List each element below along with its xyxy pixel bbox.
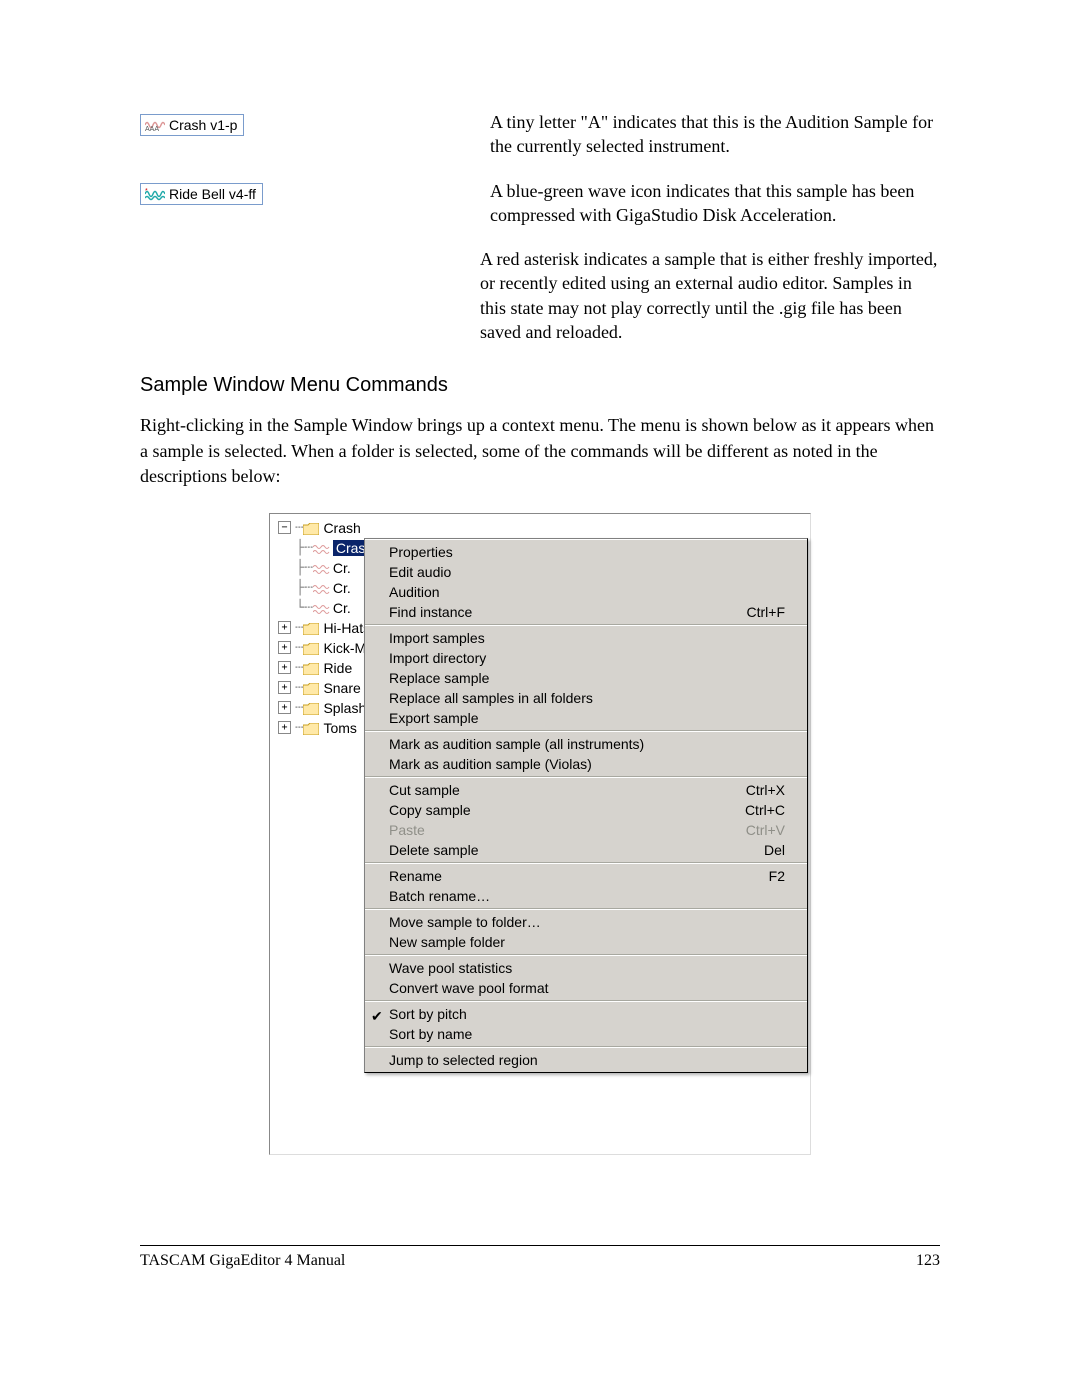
wave-icon-compressed: * (145, 187, 165, 201)
page-number: 123 (916, 1252, 940, 1270)
menu-item[interactable]: Import samples (365, 628, 807, 648)
expand-icon[interactable]: + (278, 681, 291, 694)
menu-item[interactable]: Sort by name (365, 1024, 807, 1044)
expand-icon[interactable]: + (278, 661, 291, 674)
menu-item-label: Import samples (389, 630, 485, 646)
menu-item-label: Batch rename… (389, 888, 490, 904)
sample-label-crash: AAA Crash v1-p (140, 114, 244, 136)
menu-item-label: Mark as audition sample (all instruments… (389, 736, 644, 752)
menu-item-label: Jump to selected region (389, 1052, 538, 1068)
menu-item-label: Convert wave pool format (389, 980, 549, 996)
menu-item-label: Sort by name (389, 1026, 472, 1042)
folder-icon (303, 702, 319, 714)
menu-item-label: Find instance (389, 604, 472, 620)
menu-item: Paste Ctrl+V (365, 820, 807, 840)
tree-label: Cr. (333, 600, 351, 616)
wave-icon (313, 602, 331, 614)
menu-item[interactable]: Find instance Ctrl+F (365, 602, 807, 622)
menu-item-label: Rename (389, 868, 442, 884)
menu-item-shortcut: F2 (769, 868, 793, 884)
menu-item-label: Delete sample (389, 842, 479, 858)
menu-item[interactable]: Cut sample Ctrl+X (365, 780, 807, 800)
menu-item[interactable]: Audition (365, 582, 807, 602)
tree-label: Cr. (333, 560, 351, 576)
check-icon: ✔ (371, 1008, 383, 1025)
menu-item-label: Move sample to folder… (389, 914, 541, 930)
menu-item-label: Edit audio (389, 564, 451, 580)
menu-item-label: Mark as audition sample (Violas) (389, 756, 592, 772)
folder-icon (303, 662, 319, 674)
expand-icon[interactable]: + (278, 721, 291, 734)
menu-item[interactable]: Convert wave pool format (365, 978, 807, 998)
menu-item[interactable]: Batch rename… (365, 886, 807, 906)
svg-text:AAA: AAA (145, 126, 159, 132)
menu-item[interactable]: Jump to selected region (365, 1050, 807, 1070)
section-title: Sample Window Menu Commands (140, 374, 940, 397)
tree-label: Snare (323, 680, 360, 696)
menu-item[interactable]: Export sample (365, 708, 807, 728)
folder-icon (303, 682, 319, 694)
menu-item[interactable]: Properties (365, 542, 807, 562)
menu-item[interactable]: Mark as audition sample (Violas) (365, 754, 807, 774)
menu-item[interactable]: Import directory (365, 648, 807, 668)
menu-item-label: Export sample (389, 710, 478, 726)
folder-icon (303, 642, 319, 654)
wave-icon-audition: AAA (145, 118, 165, 132)
menu-item[interactable]: Mark as audition sample (all instruments… (365, 734, 807, 754)
body-text: Right-clicking in the Sample Window brin… (140, 413, 940, 489)
menu-item-label: Audition (389, 584, 440, 600)
menu-item-shortcut: Ctrl+V (746, 822, 793, 838)
tree-label: Splash (323, 700, 366, 716)
menu-item[interactable]: New sample folder (365, 932, 807, 952)
tree-label: Crash (323, 520, 360, 536)
wave-icon (313, 582, 331, 594)
menu-item[interactable]: Copy sample Ctrl+C (365, 800, 807, 820)
expand-icon[interactable]: + (278, 621, 291, 634)
menu-item-label: Paste (389, 822, 425, 838)
tree-label: Cr. (333, 580, 351, 596)
description-asterisk: A red asterisk indicates a sample that i… (480, 247, 940, 344)
menu-item-label: Replace sample (389, 670, 489, 686)
menu-item-label: Copy sample (389, 802, 471, 818)
menu-item[interactable]: Delete sample Del (365, 840, 807, 860)
sample-label-text: Crash v1-p (169, 117, 237, 133)
menu-item[interactable]: Move sample to folder… (365, 912, 807, 932)
description-bluegreen: A blue-green wave icon indicates that th… (490, 179, 940, 228)
menu-item-shortcut: Del (764, 842, 793, 858)
menu-item[interactable]: ✔ Sort by pitch (365, 1004, 807, 1024)
menu-item-label: Replace all samples in all folders (389, 690, 593, 706)
expand-icon[interactable]: + (278, 641, 291, 654)
menu-item[interactable]: Replace all samples in all folders (365, 688, 807, 708)
collapse-icon[interactable]: − (278, 521, 291, 534)
context-menu[interactable]: Properties Edit audio Audition Find instanc… (364, 538, 808, 1073)
menu-item[interactable]: Wave pool statistics (365, 958, 807, 978)
folder-icon (303, 722, 319, 734)
menu-item-label: Wave pool statistics (389, 960, 512, 976)
menu-item[interactable]: Edit audio (365, 562, 807, 582)
menu-item-label: New sample folder (389, 934, 505, 950)
footer-title: TASCAM GigaEditor 4 Manual (140, 1252, 345, 1270)
sample-window-screenshot: − ┄ Crash ├┄ Crash v2-mf ├┄ Cr. (269, 513, 811, 1155)
tree-label: Ride (323, 660, 352, 676)
menu-item[interactable]: Replace sample (365, 668, 807, 688)
menu-item-shortcut: Ctrl+F (747, 604, 794, 620)
wave-icon (313, 542, 331, 554)
sample-label-ride: * Ride Bell v4-ff (140, 183, 263, 205)
wave-icon (313, 562, 331, 574)
menu-item-shortcut: Ctrl+X (746, 782, 793, 798)
menu-item-label: Properties (389, 544, 453, 560)
menu-item-label: Sort by pitch (389, 1006, 467, 1022)
menu-item-label: Cut sample (389, 782, 460, 798)
sample-label-text: Ride Bell v4-ff (169, 186, 256, 202)
folder-icon (303, 622, 319, 634)
menu-item-shortcut: Ctrl+C (745, 802, 793, 818)
tree-folder[interactable]: − ┄ Crash (278, 518, 810, 538)
menu-item-label: Import directory (389, 650, 486, 666)
menu-item[interactable]: Rename F2 (365, 866, 807, 886)
description-audition: A tiny letter "A" indicates that this is… (490, 110, 940, 159)
expand-icon[interactable]: + (278, 701, 291, 714)
tree-label: Toms (323, 720, 356, 736)
folder-icon (303, 522, 319, 534)
